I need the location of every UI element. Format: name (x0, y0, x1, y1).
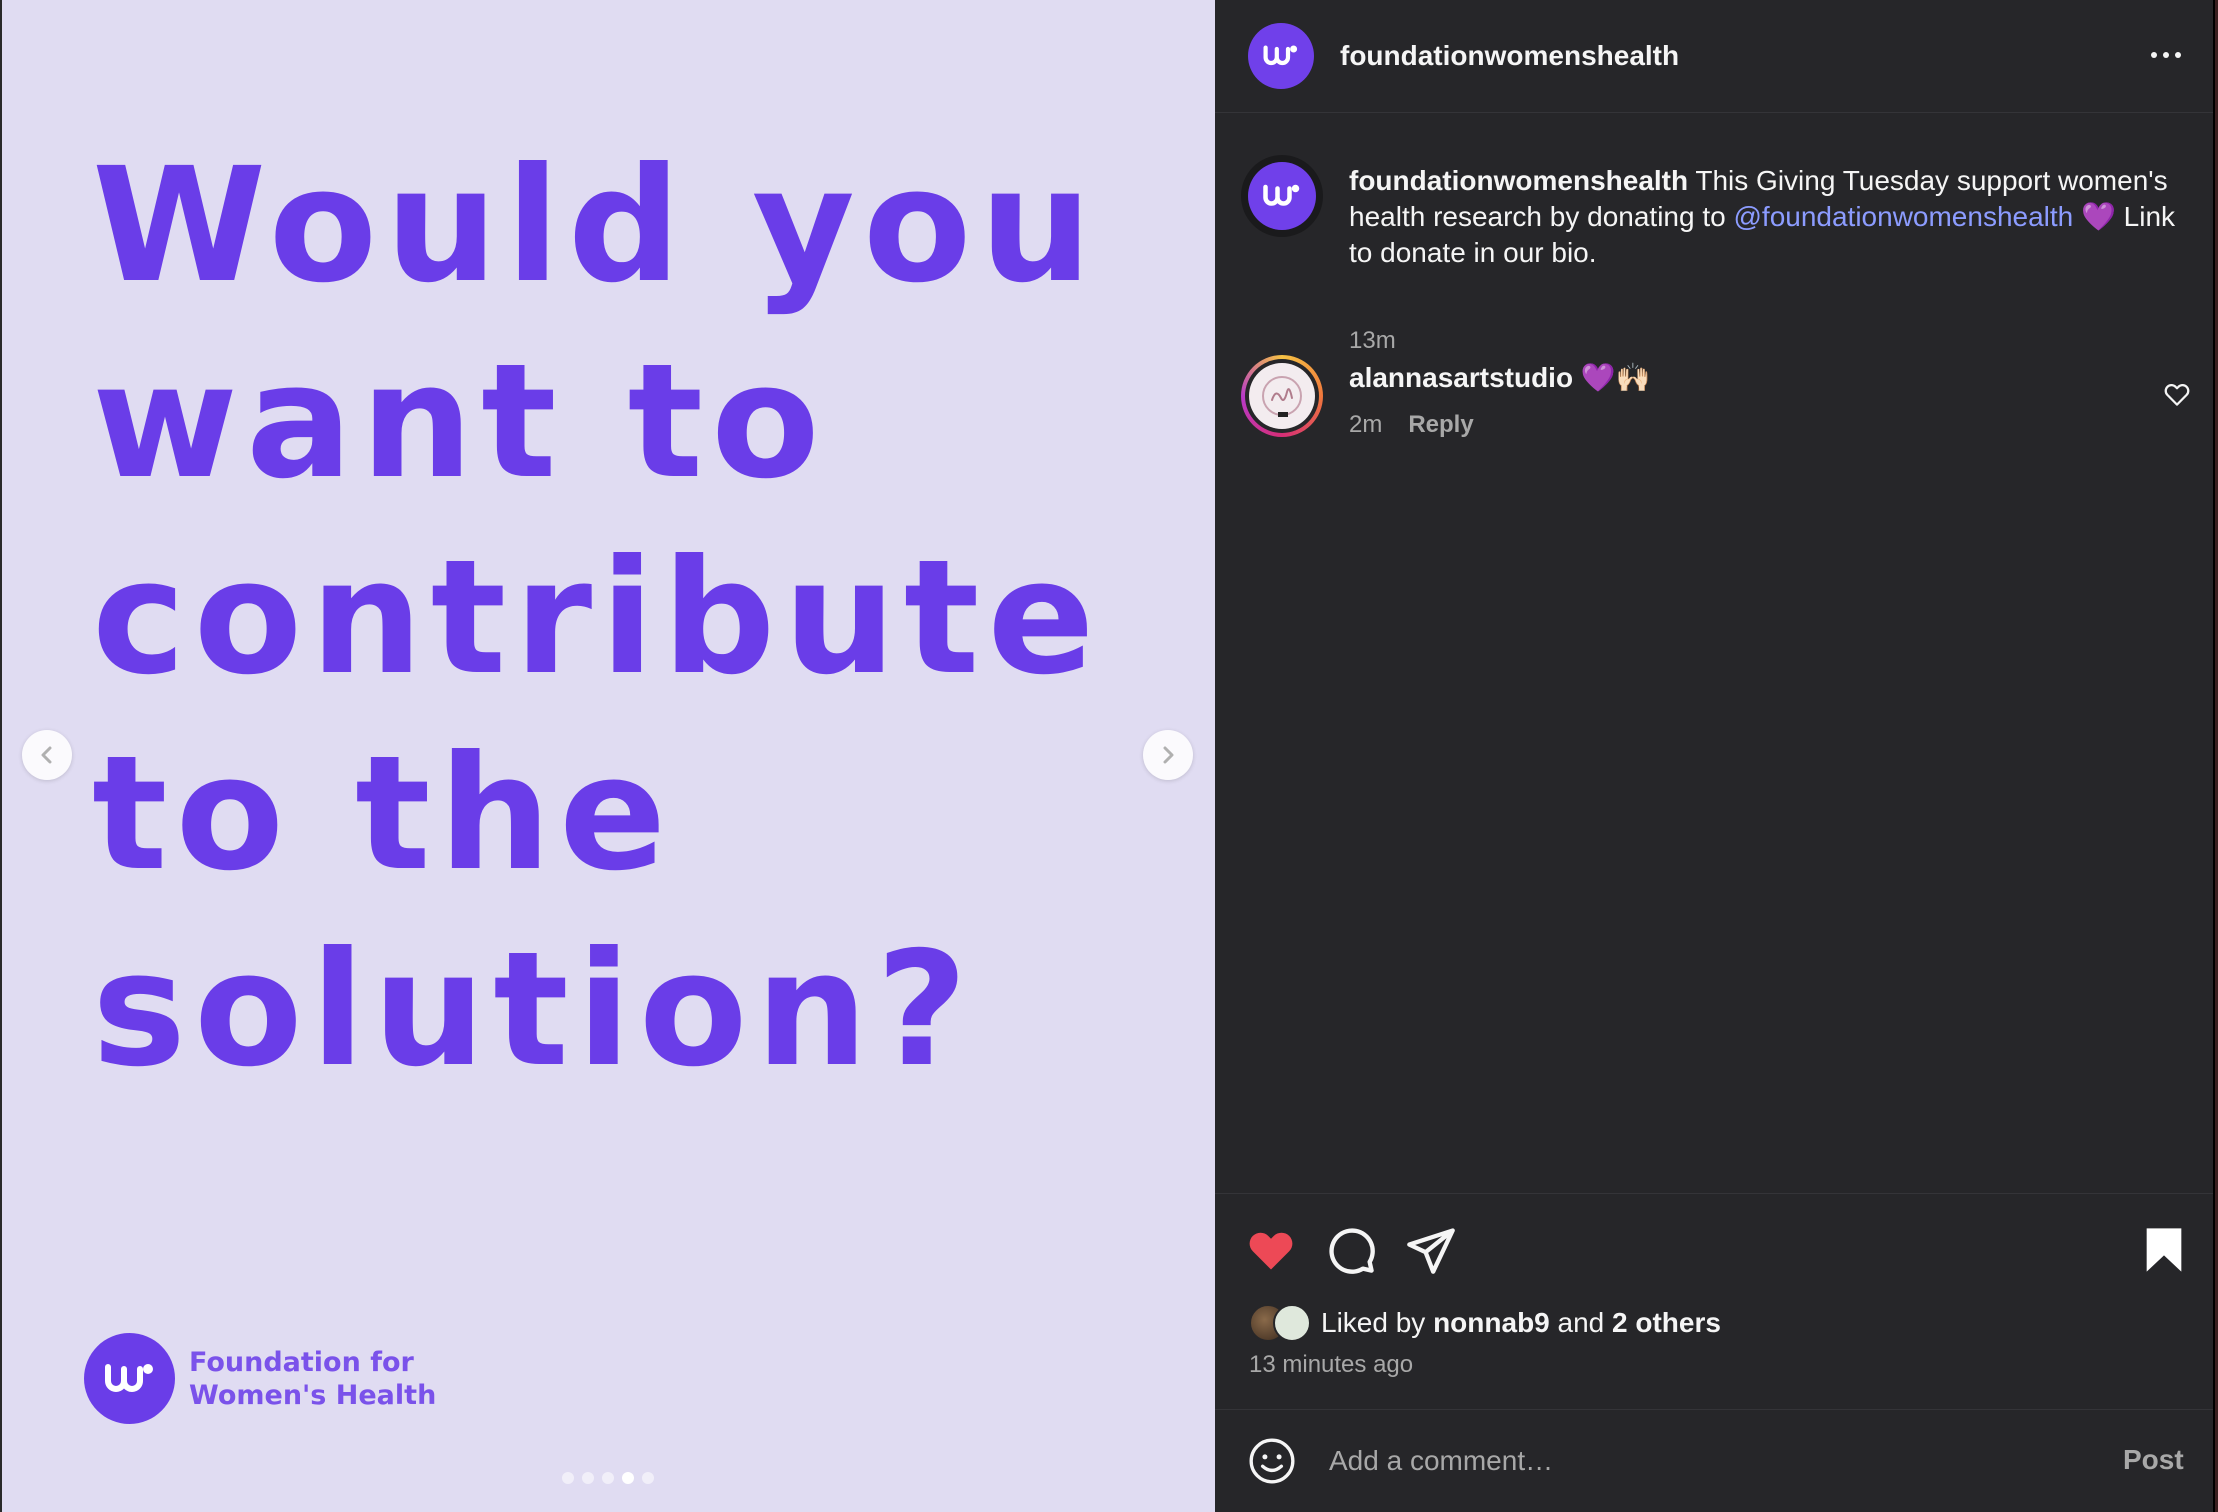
headline-line: contribute (92, 526, 1103, 710)
comment-text: alannasartstudio 💜🙌🏻 (1349, 361, 1651, 394)
caption-text: foundationwomenshealth This Giving Tuesd… (1349, 163, 2189, 271)
carousel-dot-active (622, 1472, 634, 1484)
carousel-indicator (562, 1472, 654, 1484)
brand-logo-block: Foundation for Women's Health (84, 1333, 436, 1424)
post-media: Would you want to contribute to the solu… (0, 0, 1215, 1512)
comment-meta: 2m Reply (1349, 411, 1474, 439)
commenter-avatar[interactable] (1241, 355, 1323, 437)
comment-item: alannasartstudio 💜🙌🏻 2m Reply (1241, 355, 2191, 455)
caption-avatar-logo (1248, 162, 1316, 230)
heart-outline-icon[interactable] (2162, 379, 2192, 409)
more-dot (2175, 52, 2181, 58)
carousel-dot (642, 1472, 654, 1484)
post-actions: Liked by nonnab9 and 2 others 13 minutes… (1215, 1193, 2213, 1409)
wh-logo-icon (1263, 184, 1300, 206)
brand-logo (84, 1333, 175, 1424)
brand-name: Foundation for Women's Health (189, 1346, 436, 1412)
wh-logo-icon (104, 1363, 153, 1392)
post-details-panel: foundationwomenshealth foundationwomensh… (1215, 0, 2218, 1512)
wh-logo-icon (1263, 45, 1298, 66)
brand-line: Women's Health (189, 1379, 437, 1411)
slide-headline: Would you want to contribute to the solu… (92, 128, 1142, 1108)
previous-slide-button[interactable] (22, 730, 72, 780)
likes-others-link[interactable]: 2 others (1612, 1307, 1721, 1338)
comment-input[interactable] (1329, 1436, 2089, 1486)
account-avatar[interactable] (1248, 23, 1314, 89)
carousel-dot (582, 1472, 594, 1484)
headline-line: want to (92, 330, 828, 514)
chevron-right-icon (1163, 746, 1174, 764)
media-edge (0, 0, 2, 1512)
reply-button[interactable]: Reply (1408, 411, 1473, 439)
more-horizontal-icon (2151, 52, 2157, 58)
comment-timestamp[interactable]: 2m (1349, 411, 1382, 439)
brand-line: Foundation for (189, 1346, 414, 1378)
comment-composer: Post (1215, 1409, 2213, 1512)
carousel-dot (562, 1472, 574, 1484)
studio-logo-icon (1262, 376, 1302, 417)
chevron-left-icon (41, 746, 52, 764)
likes-prefix: Liked by (1321, 1307, 1434, 1338)
likes-summary: Liked by nonnab9 and 2 others (1249, 1304, 1721, 1342)
likes-text: Liked by nonnab9 and 2 others (1321, 1307, 1721, 1339)
send-icon[interactable] (1405, 1224, 1457, 1276)
caption-mention-link[interactable]: @foundationwomenshealth (1733, 201, 2073, 232)
commenter-avatar-image (1249, 363, 1315, 429)
comments-section[interactable]: foundationwomenshealth This Giving Tuesd… (1215, 113, 2213, 1193)
header-username[interactable]: foundationwomenshealth (1340, 40, 1679, 72)
bookmark-filled-icon[interactable] (2138, 1224, 2190, 1276)
comment-icon[interactable] (1325, 1224, 1377, 1276)
carousel-dot (602, 1472, 614, 1484)
story-ring-inner (1245, 359, 1319, 433)
headline-line: solution? (92, 918, 976, 1102)
more-dot (2163, 52, 2169, 58)
likes-joiner: and (1549, 1307, 1613, 1338)
caption-username[interactable]: foundationwomenshealth (1349, 165, 1688, 196)
caption-avatar[interactable] (1241, 155, 1323, 237)
emoji-icon[interactable] (1247, 1436, 1297, 1486)
post-comment-button[interactable]: Post (2123, 1444, 2184, 1476)
headline-line: Would you (92, 134, 1100, 318)
post-timestamp[interactable]: 13 minutes ago (1249, 1351, 1413, 1379)
caption-timestamp[interactable]: 13m (1349, 327, 1396, 355)
post-header: foundationwomenshealth (1215, 0, 2213, 113)
liker-username[interactable]: nonnab9 (1433, 1307, 1550, 1338)
more-options-button[interactable] (2141, 40, 2191, 70)
next-slide-button[interactable] (1143, 730, 1193, 780)
heart-filled-icon[interactable] (1245, 1224, 1297, 1276)
comment-body: 💜🙌🏻 (1573, 362, 1651, 393)
commenter-username[interactable]: alannasartstudio (1349, 362, 1573, 393)
headline-line: to the (92, 722, 675, 906)
liker-avatar[interactable] (1273, 1304, 1311, 1342)
